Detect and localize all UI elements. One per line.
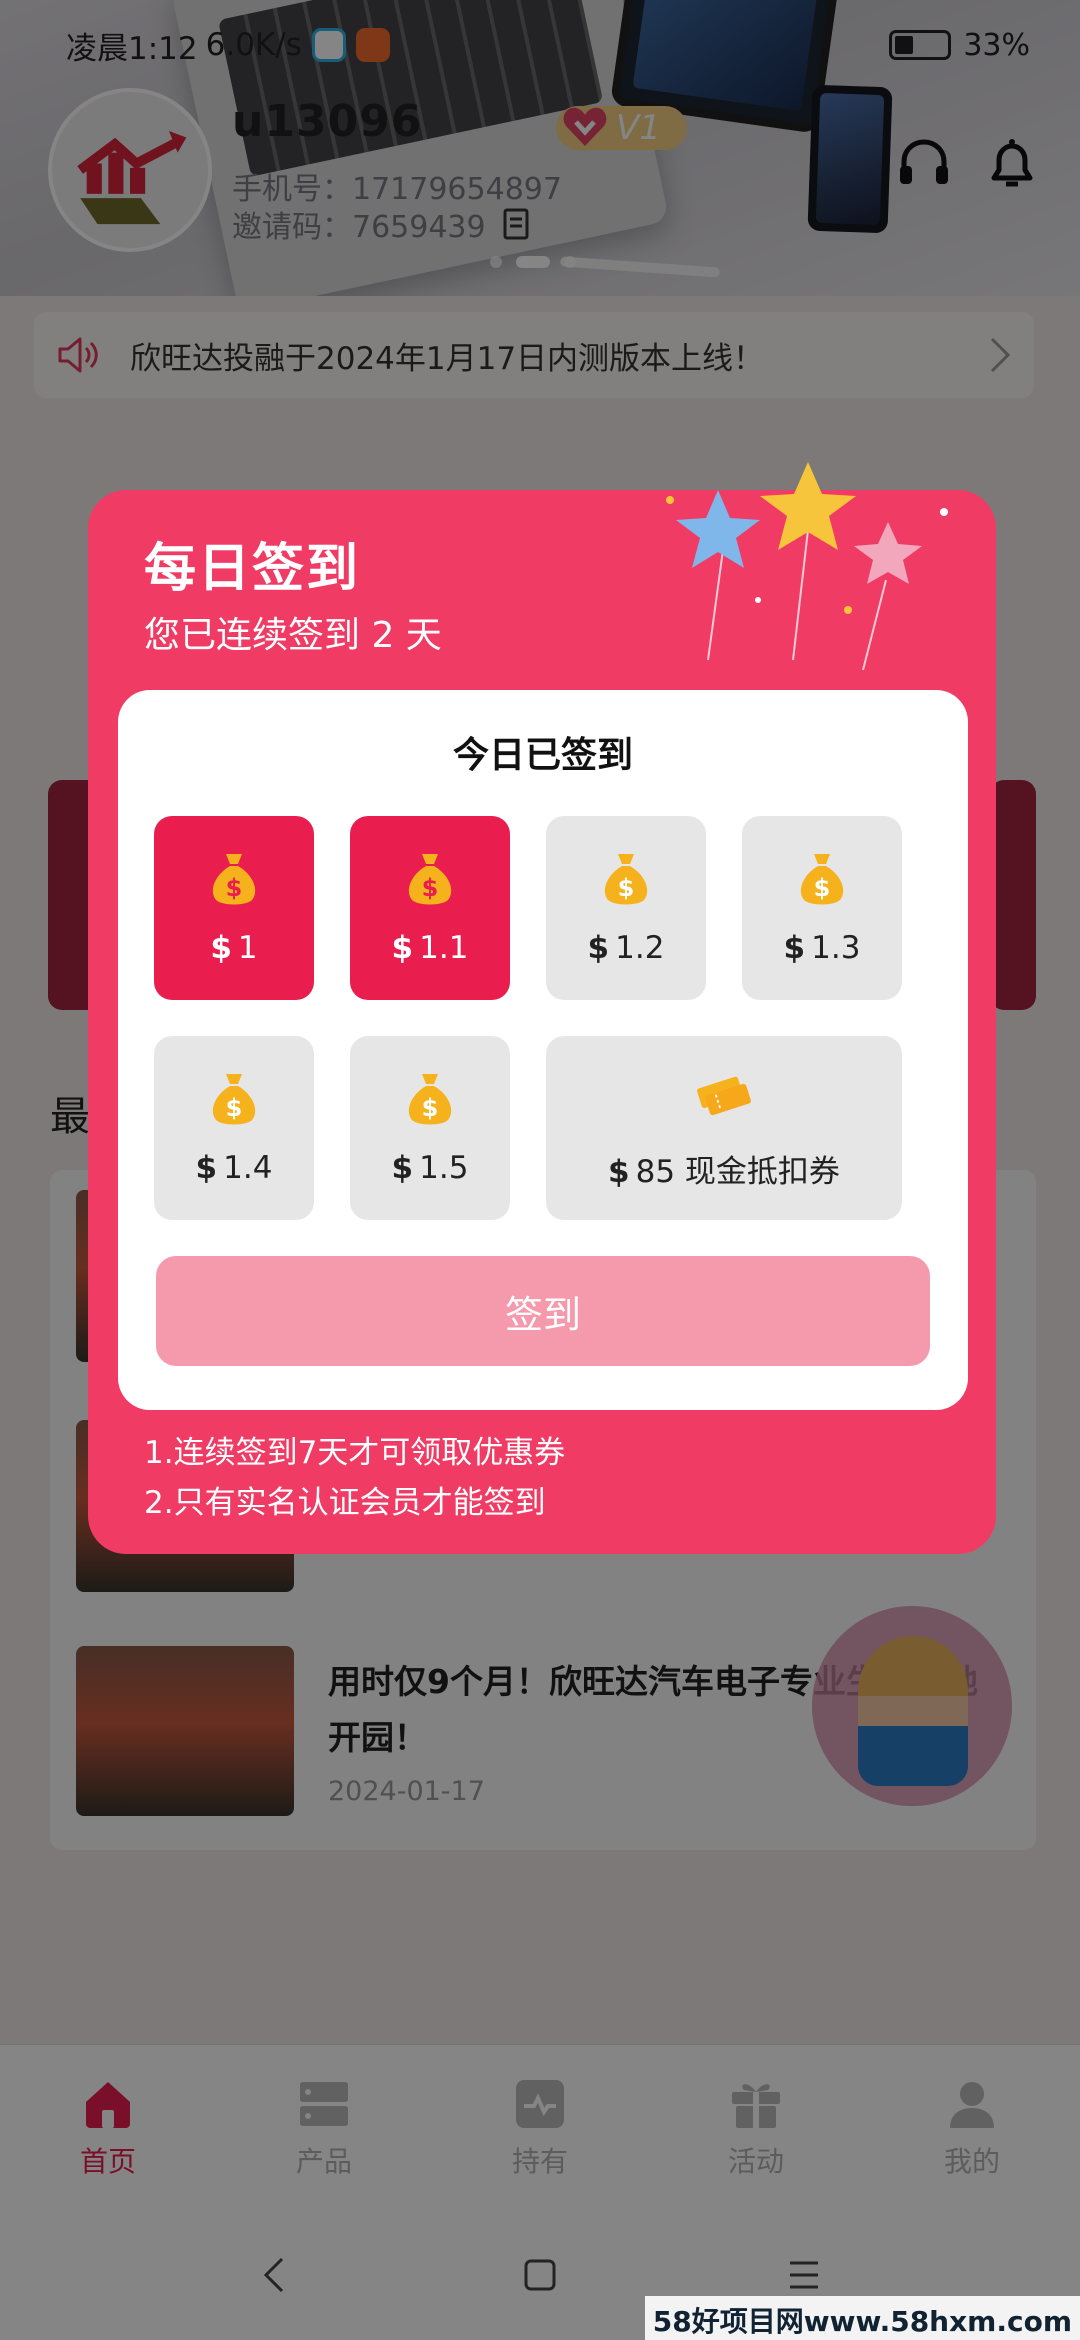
balloons-icon <box>666 462 948 671</box>
checkin-day-tile-voucher[interactable]: $85 现金抵扣券 <box>546 1036 902 1220</box>
checkin-title: 每日签到 <box>144 539 361 599</box>
rule-item: 2.只有实名认证会员才能签到 <box>144 1485 546 1521</box>
checkin-day-tile[interactable]: $ $1.3 <box>742 816 902 1000</box>
currency-symbol: $ <box>195 1150 218 1186</box>
checkin-day-tile[interactable]: $ $1.4 <box>154 1036 314 1220</box>
money-bag-icon: $ <box>212 1074 256 1125</box>
money-bag-icon: $ <box>800 854 844 905</box>
money-bag-icon: $ <box>604 854 648 905</box>
tile-amount: 85 现金抵扣券 <box>635 1153 840 1190</box>
money-bag-icon: $ <box>408 1074 452 1125</box>
tile-amount: 1 <box>237 930 258 966</box>
checkin-day-tile[interactable]: $ $1.1 <box>350 816 510 1000</box>
money-bag-icon: $ <box>212 854 256 905</box>
svg-text:$: $ <box>422 874 439 902</box>
tile-amount: 1.2 <box>615 930 665 966</box>
currency-symbol: $ <box>587 930 610 966</box>
watermark: 58好项目网www.58hxm.com <box>644 2296 1080 2340</box>
currency-symbol: $ <box>608 1153 630 1190</box>
checkin-rules: 1.连续签到7天才可领取优惠券 2.只有实名认证会员才能签到 <box>144 1428 565 1528</box>
svg-text:$: $ <box>618 874 635 902</box>
svg-text:$: $ <box>422 1094 439 1122</box>
svg-text:$: $ <box>226 874 243 902</box>
currency-symbol: $ <box>391 1150 414 1186</box>
currency-symbol: $ <box>391 930 414 966</box>
checkin-day-tile[interactable]: $ $1.2 <box>546 816 706 1000</box>
svg-text:$: $ <box>226 1094 243 1122</box>
tile-amount: 1.3 <box>811 930 861 966</box>
currency-symbol: $ <box>783 930 806 966</box>
checkin-streak: 您已连续签到 2 天 <box>144 615 442 656</box>
checkin-day-tile[interactable]: $ $1.5 <box>350 1036 510 1220</box>
svg-text:$: $ <box>814 874 831 902</box>
checkin-button[interactable]: 签到 <box>156 1256 930 1366</box>
voucher-ticket-icon <box>697 1076 751 1115</box>
checkin-card: 今日已签到 $ $1 $ $1.1 $ $1.2 $ $1.3 $ $1.4 $… <box>118 690 968 1410</box>
checkin-day-tile[interactable]: $ $1 <box>154 816 314 1000</box>
tile-amount: 1.1 <box>419 930 469 966</box>
rule-item: 1.连续签到7天才可领取优惠券 <box>144 1435 566 1471</box>
tile-amount: 1.4 <box>223 1150 273 1186</box>
checkin-status-title: 今日已签到 <box>452 735 633 776</box>
daily-checkin-modal: 每日签到 您已连续签到 2 天 今日已签到 $ $1 $ $1.1 $ $1.2… <box>88 462 996 1554</box>
tile-amount: 1.5 <box>419 1150 469 1186</box>
currency-symbol: $ <box>210 930 232 966</box>
money-bag-icon: $ <box>408 854 452 905</box>
